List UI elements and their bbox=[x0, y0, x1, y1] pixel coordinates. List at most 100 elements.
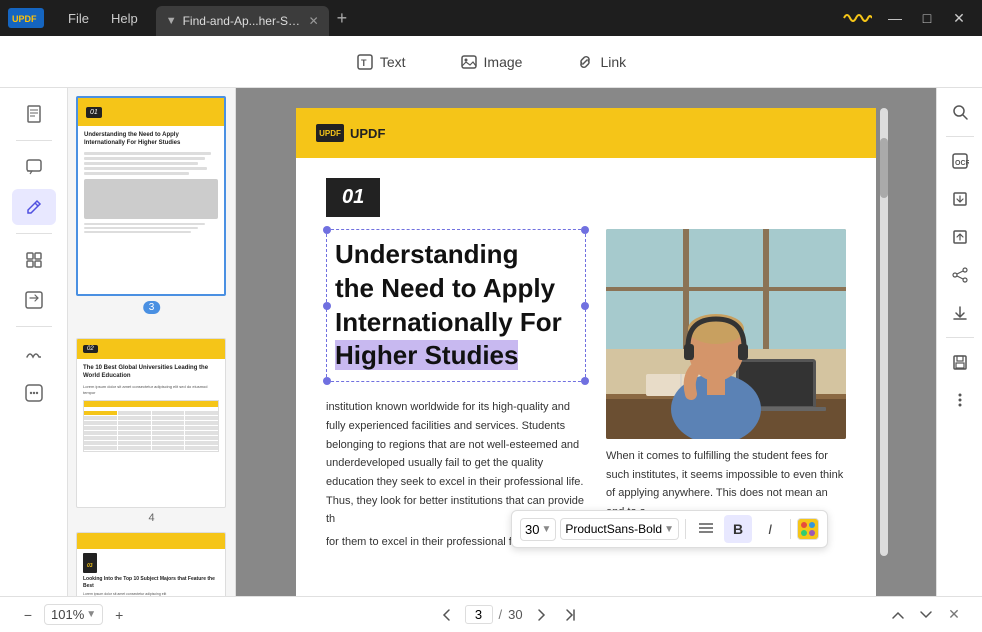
prev-page-btn[interactable] bbox=[435, 603, 459, 627]
thumb-img-3: 01 Understanding the Need to Apply Inter… bbox=[76, 96, 226, 296]
font-name-select[interactable]: ProductSans-Bold ▼ bbox=[560, 518, 679, 540]
image-tool[interactable]: Image bbox=[448, 47, 535, 77]
color-picker-btn[interactable] bbox=[797, 518, 819, 540]
sidebar-btn-pages[interactable] bbox=[12, 96, 56, 132]
app-logo: UPDF bbox=[8, 8, 58, 28]
active-tab[interactable]: ▼ Find-and-Ap...her-Studies* ✕ bbox=[156, 6, 329, 36]
page-controls: / 30 bbox=[435, 603, 583, 627]
scroll-up-btn[interactable] bbox=[886, 603, 910, 627]
scroll-down-btn[interactable] bbox=[914, 603, 938, 627]
zoom-out-btn[interactable]: − bbox=[16, 603, 40, 627]
selection-handle-tr[interactable] bbox=[581, 226, 589, 234]
scroll-thumb[interactable] bbox=[880, 138, 888, 198]
sidebar-btn-organize[interactable] bbox=[12, 242, 56, 278]
thumbnail-page-5[interactable]: 03 Looking Into the Top 10 Subject Major… bbox=[76, 532, 227, 596]
add-tab-btn[interactable]: + bbox=[329, 6, 356, 31]
selection-handle-bl[interactable] bbox=[323, 377, 331, 385]
svg-text:OCR: OCR bbox=[955, 160, 969, 167]
page-input[interactable] bbox=[465, 605, 493, 624]
close-btn[interactable]: ✕ bbox=[944, 6, 974, 30]
bottom-bar: − 101% ▼ + / 30 bbox=[0, 596, 982, 632]
italic-btn[interactable]: I bbox=[756, 515, 784, 543]
zoom-value-display[interactable]: 101% ▼ bbox=[44, 604, 103, 625]
fmt-divider-1 bbox=[685, 519, 686, 539]
minimize-btn[interactable]: — bbox=[880, 6, 910, 30]
last-page-icon bbox=[564, 608, 578, 622]
text-tool[interactable]: T Text bbox=[344, 47, 418, 77]
prev-page-icon bbox=[440, 608, 454, 622]
menu-file[interactable]: File bbox=[58, 7, 99, 30]
total-pages: 30 bbox=[508, 607, 522, 622]
text-format-bar: 30 ▼ ProductSans-Bold ▼ B I bbox=[511, 510, 828, 548]
import-btn[interactable] bbox=[944, 221, 976, 253]
thumbnail-page-4[interactable]: 02 The 10 Best Global Universities Leadi… bbox=[76, 338, 227, 524]
scroll-track bbox=[880, 108, 888, 556]
window-controls: — □ ✕ bbox=[880, 6, 974, 30]
thumb-img-4: 02 The 10 Best Global Universities Leadi… bbox=[76, 338, 226, 508]
thumb-num-3: 01 bbox=[86, 107, 102, 118]
more-vertical-icon bbox=[951, 391, 969, 409]
close-bottom-btn[interactable]: ✕ bbox=[942, 603, 966, 627]
align-btn[interactable] bbox=[692, 515, 720, 543]
pdf-page-number-box: 01 bbox=[326, 178, 380, 217]
next-page-icon bbox=[534, 608, 548, 622]
sidebar-btn-convert[interactable] bbox=[12, 282, 56, 318]
selection-handle-br[interactable] bbox=[581, 377, 589, 385]
thumbnail-panel: 01 Understanding the Need to Apply Inter… bbox=[68, 88, 236, 596]
save-icon bbox=[951, 353, 969, 371]
left-sidebar bbox=[0, 88, 68, 596]
link-icon bbox=[576, 53, 594, 71]
scroll-up-icon bbox=[891, 608, 905, 622]
sidebar-btn-comment[interactable] bbox=[12, 149, 56, 185]
zoom-controls: − 101% ▼ + bbox=[16, 603, 131, 627]
sidebar-btn-sign[interactable] bbox=[12, 335, 56, 371]
pages-icon bbox=[24, 104, 44, 124]
sidebar-divider-3 bbox=[16, 326, 52, 327]
more-options-btn[interactable] bbox=[944, 384, 976, 416]
convert-icon bbox=[24, 290, 44, 310]
font-size-select[interactable]: 30 ▼ bbox=[520, 518, 556, 541]
share-btn[interactable] bbox=[944, 259, 976, 291]
bold-btn[interactable]: B bbox=[724, 515, 752, 543]
tab-close-btn[interactable]: ✕ bbox=[309, 14, 319, 28]
tab-bar: ▼ Find-and-Ap...her-Studies* ✕ + bbox=[156, 3, 495, 33]
main-toolbar: T Text Image Link bbox=[0, 36, 982, 88]
thumbnail-page-3[interactable]: 01 Understanding the Need to Apply Inter… bbox=[76, 96, 227, 314]
pdf-left-col: Understanding the Need to Apply Internat… bbox=[326, 229, 586, 552]
right-divider-2 bbox=[946, 337, 974, 338]
color-icon bbox=[798, 519, 818, 539]
text-label: Text bbox=[380, 54, 406, 70]
scroll-down-icon bbox=[919, 608, 933, 622]
menu-help[interactable]: Help bbox=[101, 7, 148, 30]
export-btn[interactable] bbox=[944, 183, 976, 215]
title-bar: UPDF File Help ▼ Find-and-Ap...her-Studi… bbox=[0, 0, 982, 36]
download-btn[interactable] bbox=[944, 297, 976, 329]
pdf-title-highlighted: Higher Studies bbox=[335, 340, 518, 370]
pdf-text-selection[interactable]: Understanding the Need to Apply Internat… bbox=[326, 229, 586, 382]
sidebar-btn-edit[interactable] bbox=[12, 189, 56, 225]
pdf-doc-header: UPDF UPDF bbox=[296, 108, 876, 158]
sidebar-btn-more[interactable] bbox=[12, 375, 56, 411]
export-icon bbox=[951, 190, 969, 208]
next-page-btn[interactable] bbox=[529, 603, 553, 627]
photo-svg bbox=[606, 229, 846, 439]
menu-bar: File Help bbox=[58, 7, 148, 30]
scroll-controls: ✕ bbox=[886, 603, 966, 627]
save-btn[interactable] bbox=[944, 346, 976, 378]
last-page-btn[interactable] bbox=[559, 603, 583, 627]
selection-handle-tl[interactable] bbox=[323, 226, 331, 234]
ocr-btn[interactable]: OCR bbox=[944, 145, 976, 177]
maximize-btn[interactable]: □ bbox=[912, 6, 942, 30]
search-icon bbox=[951, 103, 969, 121]
thumb-img-5: 03 Looking Into the Top 10 Subject Major… bbox=[76, 532, 226, 596]
link-tool[interactable]: Link bbox=[564, 47, 638, 77]
download-icon bbox=[951, 304, 969, 322]
align-icon bbox=[698, 522, 714, 536]
more-icon bbox=[24, 383, 44, 403]
image-icon bbox=[460, 53, 478, 71]
search-btn[interactable] bbox=[944, 96, 976, 128]
selection-handle-mr[interactable] bbox=[581, 302, 589, 310]
selection-handle-ml[interactable] bbox=[323, 302, 331, 310]
main-area: 01 Understanding the Need to Apply Inter… bbox=[0, 88, 982, 596]
zoom-in-btn[interactable]: + bbox=[107, 603, 131, 627]
